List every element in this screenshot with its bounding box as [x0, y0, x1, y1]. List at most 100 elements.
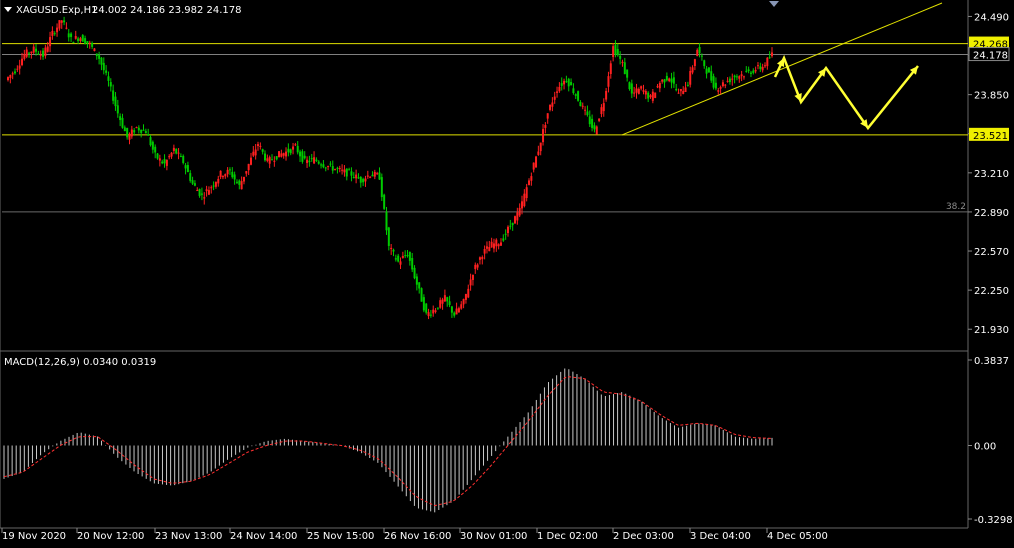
- candle-body: [182, 155, 185, 163]
- candle-body: [759, 66, 762, 69]
- candle-body: [537, 151, 540, 155]
- candle-body: [742, 76, 745, 78]
- candle-body: [768, 57, 771, 59]
- candle-body: [135, 127, 138, 129]
- candle-body: [675, 88, 678, 91]
- candle-body: [273, 160, 276, 162]
- trend-line: [621, 2, 943, 136]
- candle-body: [376, 173, 379, 175]
- candle-body: [63, 20, 66, 23]
- candle-body: [691, 67, 694, 73]
- candle-body: [355, 174, 358, 179]
- candle-body: [749, 72, 752, 74]
- candle-body: [635, 88, 638, 93]
- candle-body: [306, 159, 309, 163]
- candle-body: [369, 176, 372, 178]
- candle-body: [352, 177, 355, 179]
- candle-body: [212, 185, 215, 187]
- candle-body: [460, 304, 463, 309]
- candle-body: [327, 166, 330, 168]
- candle-body: [123, 127, 126, 132]
- candle-body: [612, 46, 615, 57]
- chart-window: 38.224.49024.17023.85023.53023.21022.890…: [0, 0, 1014, 544]
- candle-body: [264, 153, 267, 161]
- candle-body: [179, 156, 182, 158]
- candle-body: [296, 145, 299, 153]
- candle-body: [572, 88, 575, 94]
- candle-body: [247, 163, 250, 171]
- candle-body: [383, 194, 386, 209]
- candle-body: [450, 306, 453, 313]
- candle-body: [149, 137, 152, 146]
- candle-body: [84, 38, 87, 44]
- candle-body: [79, 38, 82, 42]
- scroll-marker-icon[interactable]: [769, 1, 779, 7]
- time-tick-label: 19 Nov 2020: [2, 531, 66, 542]
- candle-body: [476, 264, 479, 268]
- candle-body: [240, 181, 243, 190]
- candle-body: [193, 183, 196, 186]
- candle-body: [623, 62, 626, 75]
- candle-body: [261, 149, 264, 152]
- candle-body: [488, 246, 491, 252]
- candle-body: [287, 148, 290, 153]
- candle-body: [408, 251, 411, 261]
- candle-body: [703, 60, 706, 67]
- candle-body: [303, 155, 306, 159]
- candle-body: [490, 241, 493, 248]
- candle-body: [21, 58, 24, 66]
- candle-body: [642, 90, 645, 92]
- candle-body: [429, 314, 432, 316]
- candle-body: [49, 37, 52, 47]
- candle-body: [614, 44, 617, 55]
- candle-body: [9, 75, 12, 78]
- candle-body: [549, 104, 552, 110]
- candle-body: [710, 71, 713, 81]
- candle-body: [689, 70, 692, 85]
- candle-body: [186, 165, 189, 172]
- candle-body: [483, 248, 486, 254]
- candle-body: [663, 79, 666, 83]
- candle-body: [203, 197, 206, 199]
- candle-body: [607, 76, 610, 87]
- menu-triangle-icon[interactable]: [4, 7, 12, 12]
- candle-body: [728, 78, 731, 83]
- candle-body: [684, 87, 687, 92]
- candle-body: [72, 42, 75, 44]
- time-tick-label: 23 Nov 13:00: [155, 531, 222, 542]
- candle-body: [658, 83, 661, 89]
- candle-body: [766, 57, 769, 67]
- candle-body: [156, 153, 159, 159]
- candle-body: [763, 65, 766, 67]
- candle-body: [633, 92, 636, 94]
- candle-body: [37, 53, 40, 55]
- candle-body: [619, 55, 622, 59]
- candle-body: [453, 312, 456, 316]
- candle-body: [214, 182, 217, 187]
- candle-body: [495, 239, 498, 247]
- price-tick-label: 23.850: [974, 91, 1009, 102]
- ohlc-label: 24.002 24.186 23.982 24.178: [92, 5, 242, 16]
- candle-body: [221, 176, 224, 178]
- candle-body: [256, 144, 259, 147]
- candle-body: [140, 129, 143, 133]
- macd-tick-label: -0.3298: [974, 515, 1013, 526]
- candle-body: [53, 33, 56, 35]
- candle-body: [502, 238, 505, 241]
- candle-body: [563, 80, 566, 85]
- candle-body: [345, 168, 348, 177]
- candle-body: [39, 54, 42, 56]
- candle-body: [56, 27, 59, 33]
- candle-body: [602, 103, 605, 112]
- candle-body: [308, 160, 311, 163]
- candle-body: [67, 33, 70, 38]
- price-tick-label: 22.250: [974, 286, 1009, 297]
- candle-body: [390, 247, 393, 250]
- macd-label: MACD(12,26,9) 0.0340 0.0319: [4, 357, 156, 368]
- candle-body: [654, 92, 657, 98]
- candle-body: [242, 176, 245, 182]
- candle-body: [23, 53, 26, 59]
- candle-body: [158, 158, 161, 161]
- candle-body: [65, 27, 68, 29]
- price-tick-label: 23.210: [974, 169, 1009, 180]
